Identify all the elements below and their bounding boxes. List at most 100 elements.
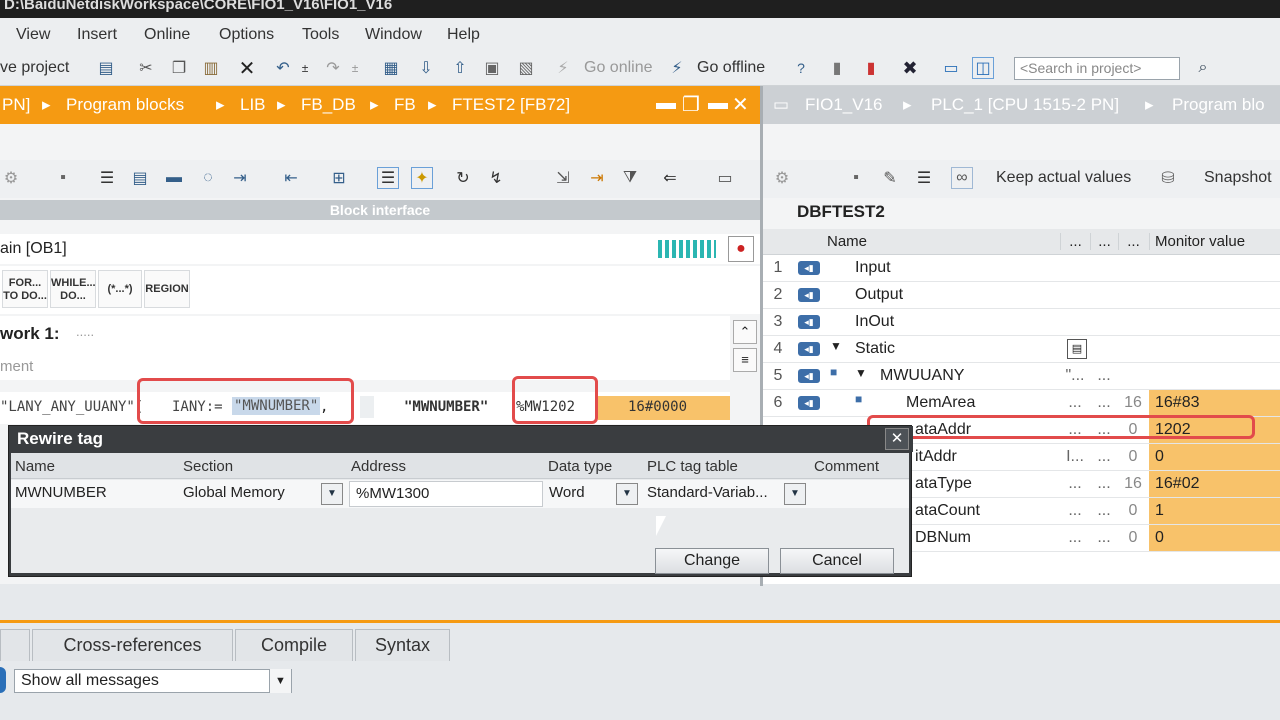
go-online-icon[interactable]: ⚡ — [552, 57, 574, 79]
menu-options[interactable]: Options — [219, 26, 274, 44]
menu-view[interactable]: View — [16, 26, 50, 44]
table-row[interactable]: 3 ◂▮ InOut — [763, 309, 1280, 336]
breadcrumb-item[interactable]: PN] — [2, 95, 30, 115]
block-icon[interactable]: ▬ — [163, 167, 185, 189]
comment-block-button[interactable]: (*...*) — [98, 270, 142, 308]
start-cpu-icon[interactable]: ▮ — [826, 57, 848, 79]
column-header[interactable]: ... — [1060, 233, 1090, 250]
collapse-icon[interactable]: ▼ — [855, 366, 867, 380]
network-comment[interactable]: ment — [0, 354, 730, 380]
save-project-button[interactable]: ve project — [0, 59, 69, 77]
region-button[interactable]: REGION — [144, 270, 190, 308]
menu-insert[interactable]: Insert — [77, 26, 117, 44]
print-icon[interactable]: ▤ — [95, 57, 117, 79]
chevron-down-icon[interactable]: ▼ — [616, 483, 638, 505]
menu-help[interactable]: Help — [447, 26, 480, 44]
stop-icon[interactable]: ● — [728, 236, 754, 262]
absolute-address-icon[interactable]: ☰ — [377, 167, 399, 189]
breadcrumb-item[interactable]: Program blo — [1172, 95, 1265, 115]
undo-icon[interactable]: ↶ — [272, 57, 294, 79]
network-icon[interactable]: ⊞ — [328, 167, 350, 189]
table-row[interactable]: 1 ◂▮ Input — [763, 255, 1280, 282]
breakpoint-icon[interactable]: ↻ — [452, 167, 474, 189]
delete-icon[interactable]: ✕ — [236, 57, 258, 80]
go-online-button[interactable]: Go online — [584, 59, 653, 77]
network-header[interactable]: work 1: ..... — [0, 316, 730, 356]
monitor-all-icon[interactable]: ∞ — [951, 167, 973, 189]
search-input[interactable]: <Search in project> — [1014, 57, 1180, 80]
split-horizontal-icon[interactable]: ▭ — [940, 57, 962, 79]
copy-icon[interactable]: ❐ — [168, 57, 190, 79]
go-offline-button[interactable]: Go offline — [697, 59, 765, 77]
edit-icon[interactable]: ✎ — [879, 167, 901, 189]
editor-tab-icon[interactable]: ▭ — [773, 95, 789, 115]
restore-icon[interactable]: ❐ — [682, 92, 700, 117]
column-monitor-value[interactable]: Monitor value — [1149, 233, 1245, 250]
scl-code-line[interactable]: "LANY_ANY_UUANY"( IANY:= "MWNUMBER" , "M… — [0, 392, 730, 424]
tab-compile[interactable]: Compile — [235, 629, 353, 661]
column-name[interactable]: Name — [827, 233, 867, 250]
delete-breakpoint-icon[interactable]: ↯ — [485, 167, 507, 189]
search-project-icon[interactable]: ⌕ — [1192, 57, 1214, 79]
accessible-devices-icon[interactable]: ? — [790, 57, 812, 79]
compile-icon[interactable]: ▦ — [380, 57, 402, 79]
snapshot-button[interactable]: Snapshot — [1204, 169, 1272, 187]
upload-icon[interactable]: ⇧ — [449, 57, 471, 79]
redo-icon[interactable]: ↷ — [322, 57, 344, 79]
breadcrumb-item[interactable]: FB — [394, 95, 416, 115]
column-header[interactable]: ... — [1090, 233, 1118, 250]
chevron-down-icon[interactable]: ▼ — [321, 483, 343, 505]
data-type-select[interactable]: Word — [549, 484, 585, 501]
menu-tools[interactable]: Tools — [302, 26, 339, 44]
comment-icon[interactable]: ◌ — [197, 167, 219, 189]
table-icon[interactable]: ▤ — [129, 167, 151, 189]
split-vertical-icon[interactable]: ◫ — [972, 57, 994, 79]
breadcrumb-item[interactable]: FTEST2 [FB72] — [452, 95, 570, 115]
struct-icon[interactable]: ▤ — [1067, 339, 1087, 359]
table-row[interactable]: 5 ◂▮ ■ ▼ MWUUANY "...... — [763, 363, 1280, 390]
arrow-icon[interactable]: ⇐ — [659, 167, 681, 189]
section-select[interactable]: Global Memory — [183, 484, 285, 501]
gear-icon[interactable]: ⚙ — [0, 167, 22, 189]
scroll-up-icon[interactable]: ⌃ — [733, 320, 757, 344]
paste-icon[interactable]: ▥ — [200, 57, 222, 79]
menu-online[interactable]: Online — [144, 26, 190, 44]
table-row[interactable]: 4 ◂▮ ▼ Static ▤ — [763, 336, 1280, 363]
gear-icon[interactable]: ⚙ — [771, 167, 793, 189]
stop-cpu-icon[interactable]: ▮ — [860, 57, 882, 79]
monitor-icon[interactable]: ▪ — [845, 167, 867, 189]
breadcrumb-item[interactable]: FB_DB — [301, 95, 356, 115]
tab-cross-references[interactable]: Cross-references — [32, 629, 233, 661]
cancel-button[interactable]: Cancel — [780, 548, 894, 574]
keep-actual-values-button[interactable]: Keep actual values — [996, 169, 1131, 187]
maximize-icon[interactable]: ▬ — [708, 92, 728, 115]
panel-icon[interactable]: ▭ — [714, 167, 736, 189]
download-icon[interactable]: ⇩ — [415, 57, 437, 79]
list-icon[interactable]: ☰ — [96, 167, 118, 189]
list-icon[interactable]: ☰ — [913, 167, 935, 189]
highlight-icon[interactable]: ✦ — [411, 167, 433, 189]
device-icon[interactable]: ▧ — [515, 57, 537, 79]
redo-dropdown-icon[interactable]: ± — [344, 57, 366, 79]
tag-table-select[interactable]: Standard-Variab... — [647, 484, 768, 501]
collapse-icon[interactable]: ▼ — [830, 339, 842, 353]
table-row[interactable]: MWNUMBER Global Memory ▼ %MW1300 Word ▼ … — [11, 480, 909, 508]
indent-icon[interactable]: ⇥ — [229, 167, 251, 189]
menu-icon[interactable]: ≡ — [733, 348, 757, 372]
go-offline-icon[interactable]: ⚡ — [666, 57, 688, 79]
step-over-icon[interactable]: ⇥ — [586, 167, 608, 189]
breadcrumb-item[interactable]: PLC_1 [CPU 1515-2 PN] — [931, 95, 1119, 115]
simulation-icon[interactable]: ▣ — [481, 57, 503, 79]
close-icon[interactable]: ✕ — [732, 92, 749, 117]
chevron-down-icon[interactable]: ▼ — [269, 669, 291, 693]
cross-reference-icon[interactable]: ✖ — [899, 57, 921, 79]
filter-icon[interactable]: ⧩ — [619, 167, 641, 189]
chevron-down-icon[interactable]: ▼ — [784, 483, 806, 505]
close-icon[interactable]: ✕ — [885, 428, 909, 450]
undo-dropdown-icon[interactable]: ± — [294, 57, 316, 79]
address-input[interactable]: %MW1300 — [349, 481, 543, 507]
change-button[interactable]: Change — [655, 548, 769, 574]
cut-icon[interactable]: ✂ — [135, 57, 157, 79]
breadcrumb-item[interactable]: Program blocks — [66, 95, 184, 115]
info-icon[interactable] — [0, 667, 6, 693]
